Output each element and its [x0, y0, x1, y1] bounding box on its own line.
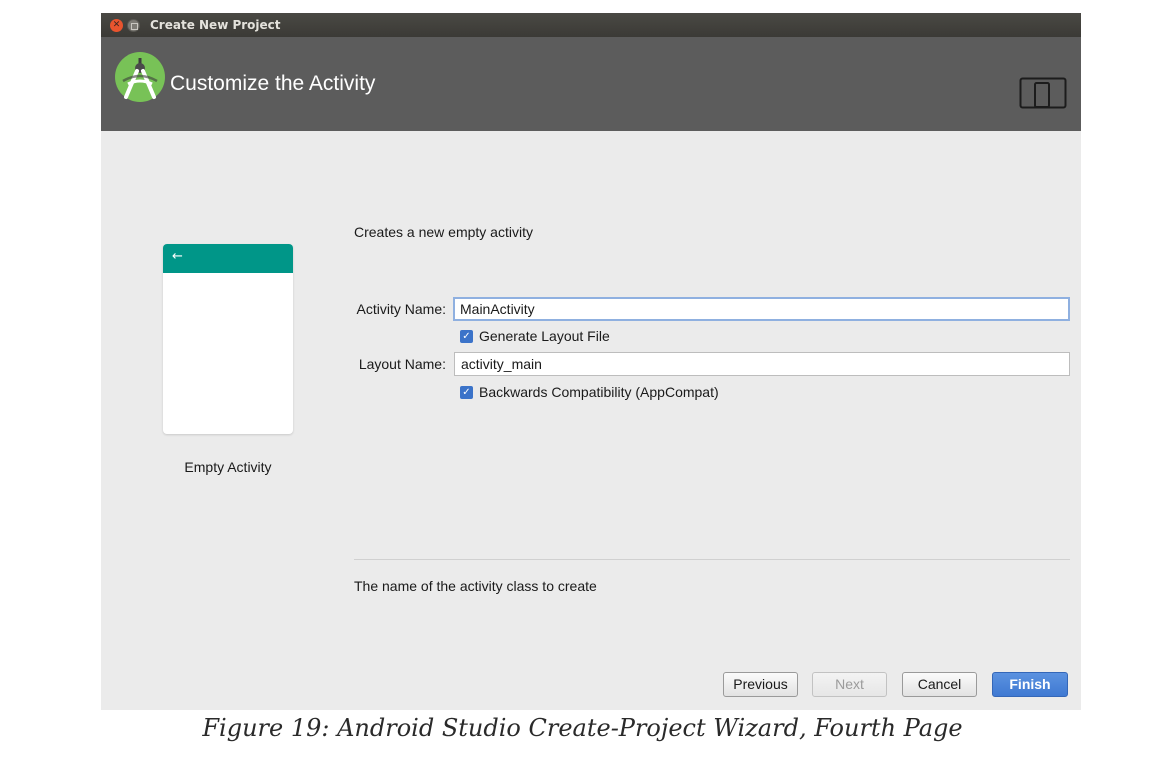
previous-button[interactable]: Previous	[723, 672, 798, 697]
close-icon[interactable]: ✕	[110, 19, 123, 32]
help-divider	[354, 559, 1070, 560]
preview-app-bar: ←	[163, 244, 293, 273]
generate-layout-check-icon[interactable]: ✓	[460, 329, 473, 343]
window-titlebar[interactable]: ✕ Create New Project	[101, 13, 1081, 37]
activity-template-preview: ←	[163, 244, 293, 434]
create-project-dialog: ✕ Create New Project Customize the Activ…	[101, 13, 1081, 710]
generate-layout-checkbox[interactable]: ✓ Generate Layout File	[460, 328, 610, 344]
figure-caption: Figure 19: Android Studio Create-Project…	[202, 714, 963, 742]
activity-name-label: Activity Name:	[356, 301, 446, 317]
template-description: Creates a new empty activity	[354, 224, 533, 240]
minimize-icon[interactable]	[127, 19, 140, 32]
next-button[interactable]: Next	[812, 672, 887, 697]
page-title: Customize the Activity	[170, 72, 376, 95]
wizard-header: Customize the Activity	[101, 37, 1081, 131]
activity-name-input[interactable]	[453, 297, 1070, 321]
generate-layout-label: Generate Layout File	[479, 328, 610, 344]
cancel-button[interactable]: Cancel	[902, 672, 977, 697]
window-title: Create New Project	[150, 18, 281, 32]
help-text: The name of the activity class to create	[354, 578, 597, 594]
backwards-compat-checkbox[interactable]: ✓ Backwards Compatibility (AppCompat)	[460, 384, 719, 400]
android-studio-logo-icon	[115, 52, 165, 102]
phone-tablet-icon	[1019, 77, 1067, 109]
backwards-compat-label: Backwards Compatibility (AppCompat)	[479, 384, 719, 400]
layout-name-input[interactable]	[454, 352, 1070, 376]
back-arrow-icon: ←	[172, 249, 183, 264]
template-label: Empty Activity	[184, 459, 272, 475]
finish-button[interactable]: Finish	[992, 672, 1068, 697]
layout-name-label: Layout Name:	[358, 356, 446, 372]
backwards-compat-check-icon[interactable]: ✓	[460, 385, 473, 399]
